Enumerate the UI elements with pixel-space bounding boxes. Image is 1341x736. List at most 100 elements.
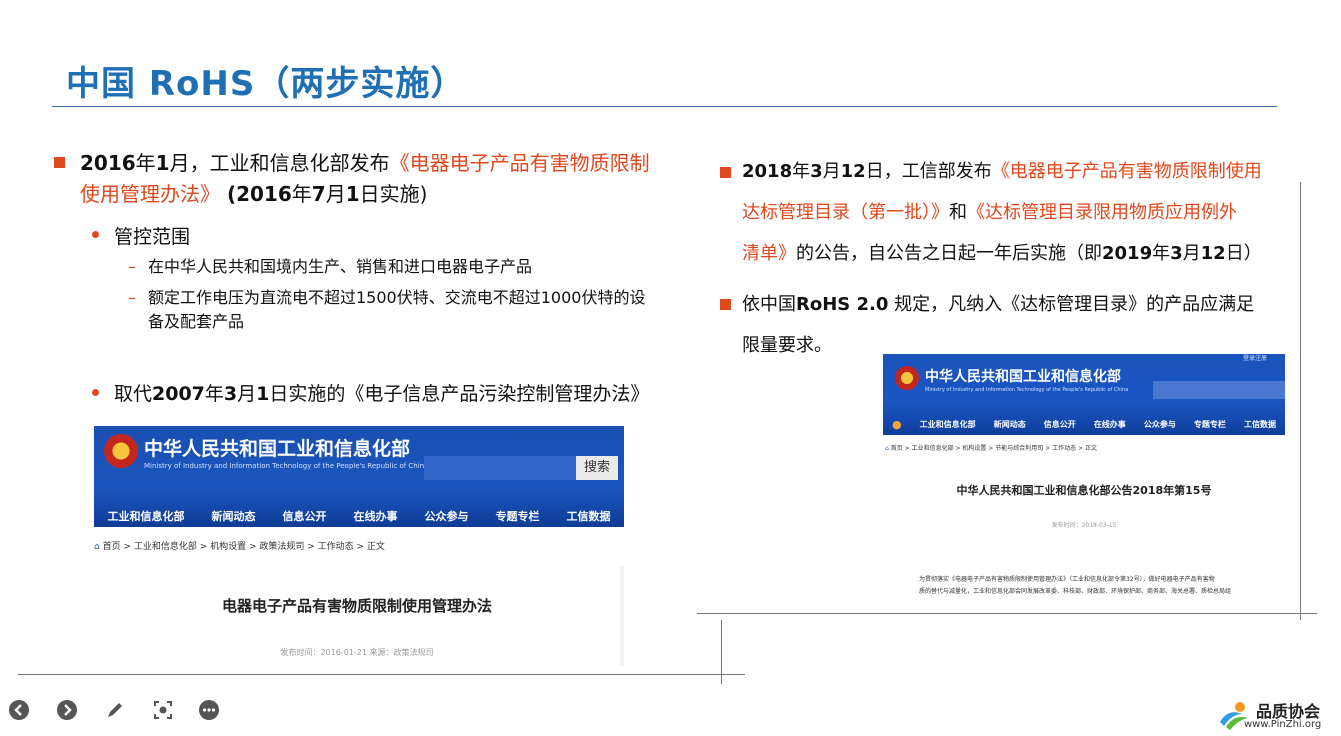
text: 月 [822, 161, 841, 182]
text: 2007 [152, 383, 205, 405]
miit-screenshot-2: 中华人民共和国工业和信息化部 Ministry of Industry and … [883, 354, 1285, 597]
text: 日实施) [359, 182, 428, 206]
right-item-1: 2018年3月12日，工信部发布《电器电子产品有害物质限制使用 达标管理目录（第… [742, 151, 1302, 274]
bullet-square [54, 157, 65, 168]
bullet-dot [92, 231, 99, 238]
replace-item: 取代2007年3月1日实施的《电子信息产品污染控制管理办法》 [114, 379, 649, 406]
breadcrumb-text[interactable]: 首页 > 工业和信息化部 > 机构设置 > 政策法规司 > 工作动态 > 正文 [103, 542, 385, 552]
regulation-title: 达标管理目录（第一批）》 [742, 202, 949, 223]
text: 1 [345, 182, 360, 206]
bullet-dot [92, 389, 99, 396]
logo-url: www.PinZhi.org [1244, 719, 1322, 730]
text: 限量要求。 [742, 335, 832, 356]
text: 2019 [1102, 243, 1153, 264]
national-emblem-icon [895, 366, 919, 390]
ministry-name-en: Ministry of Industry and Information Tec… [925, 387, 1129, 393]
nav-item[interactable]: 专题专栏 [496, 508, 540, 524]
more-icon [199, 700, 219, 720]
breadcrumb: ⌂ 首页 > 工业和信息化部 > 机构设置 > 节能与综合利用司 > 工作动态 … [885, 443, 1097, 452]
text: (2016 [220, 182, 292, 206]
pen-icon [108, 703, 122, 717]
arrow-left-icon [9, 700, 29, 720]
dash-bullet: – [128, 288, 136, 307]
frame-line [18, 674, 745, 675]
text: 依中国 [742, 294, 796, 315]
regulation-title: 《达标管理目录限用物质应用例外 [967, 202, 1237, 223]
search-button[interactable]: 搜索 [576, 456, 618, 480]
more-options-button[interactable] [198, 699, 220, 721]
article-card: 电器电子产品有害物质限制使用管理办法 发布时间：2016-01-21 来源：政策… [94, 565, 620, 666]
regulation-title: 使用管理办法》 [80, 182, 220, 206]
slide-title: 中国 RoHS（两步实施） [66, 64, 466, 104]
text: 的公告，自公告之日起一年后实施（即 [796, 243, 1102, 264]
text: 3 [223, 383, 238, 405]
ministry-name: 中华人民共和国工业和信息化部 [144, 438, 411, 460]
text: 年 [1152, 243, 1171, 264]
text: 12 [840, 161, 866, 182]
text: 3 [810, 161, 823, 182]
national-emblem-icon [104, 434, 138, 468]
search-input[interactable] [424, 456, 576, 480]
text: 日实施的《电子信息产品污染控制管理办法》 [269, 383, 650, 405]
text: 2016 [80, 151, 136, 175]
text: 取代 [114, 383, 153, 405]
zoom-button[interactable] [152, 699, 174, 721]
nav-item[interactable]: 专题专栏 [1194, 419, 1226, 430]
pen-button[interactable] [104, 699, 126, 721]
previous-slide-button[interactable] [8, 699, 30, 721]
text: 规定，凡纳入《达标管理目录》的产品应满足 [888, 294, 1255, 315]
article-body: 为贯彻落实《电器电子产品有害物质限制使用管理办法》（工业和信息化部令第32号），… [919, 574, 1269, 597]
text: 7 [311, 182, 326, 206]
nav-item[interactable]: 公众参与 [425, 508, 469, 524]
nav-item[interactable]: 在线办事 [1094, 419, 1126, 430]
home-icon[interactable]: ⌂ [885, 445, 889, 452]
text: RoHS 2.0 [796, 294, 889, 315]
text: 月 [1182, 243, 1201, 264]
dash-bullet: – [128, 257, 136, 276]
ministry-banner: 中华人民共和国工业和信息化部 Ministry of Industry and … [883, 354, 1285, 435]
article-headline: 电器电子产品有害物质限制使用管理办法 [221, 597, 492, 615]
article-line: 为贯彻落实《电器电子产品有害物质限制使用管理办法》（工业和信息化部令第32号），… [919, 576, 1215, 583]
ministry-banner: 中华人民共和国工业和信息化部 Ministry of Industry and … [94, 426, 624, 527]
frame-line [697, 613, 1317, 614]
ministry-name-en: Ministry of Industry and Information Tec… [144, 462, 429, 470]
text: 日） [1225, 243, 1262, 264]
login-link[interactable]: 登录注册 [1243, 354, 1267, 362]
nav-item[interactable]: 工信数据 [1244, 419, 1276, 430]
nav-item[interactable]: 信息公开 [283, 508, 327, 524]
text: 和 [949, 202, 967, 223]
nav-item[interactable]: 公众参与 [1144, 419, 1176, 430]
text: 2018 [742, 161, 793, 182]
text: 月，工业和信息化部发布 [169, 151, 390, 175]
regulation-title: 《电器电子产品有害物质限制使用 [991, 161, 1262, 182]
title-divider [52, 106, 1277, 107]
nav-item[interactable]: 在线办事 [354, 508, 398, 524]
home-icon[interactable]: ⌂ [94, 542, 100, 552]
text: 年 [291, 182, 312, 206]
text: 备及配套产品 [148, 312, 245, 331]
nav-item[interactable]: 新闻动态 [994, 419, 1026, 430]
nav-item[interactable]: 信息公开 [1044, 419, 1076, 430]
site-logo-icon: ● [892, 418, 902, 431]
scope-item-1: 在中华人民共和国境内生产、销售和进口电器电子产品 [148, 257, 533, 276]
nav-item[interactable]: 工业和信息化部 [108, 508, 185, 524]
site-nav: 工业和信息化部 新闻动态 信息公开 在线办事 公众参与 专题专栏 工信数据 [94, 504, 624, 527]
text: 年 [204, 383, 224, 405]
site-nav: ● 工业和信息化部 新闻动态 信息公开 在线办事 公众参与 专题专栏 工信数据 [883, 414, 1285, 435]
scope-item-2: 额定工作电压为直流电不超过1500伏特、交流电不超过1000伏特的设 备及配套产… [148, 286, 708, 334]
text: 1 [155, 151, 170, 175]
pinzhi-logo: 品质协会 www.PinZhi.org [1218, 698, 1336, 732]
nav-item[interactable]: 工信数据 [567, 508, 611, 524]
text: 月 [325, 182, 346, 206]
nav-item[interactable]: 新闻动态 [212, 508, 256, 524]
miit-screenshot-1: 中华人民共和国工业和信息化部 Ministry of Industry and … [94, 426, 624, 666]
text: 12 [1200, 243, 1226, 264]
next-slide-button[interactable] [56, 699, 78, 721]
text: 日，工信部发布 [865, 161, 992, 182]
regulation-title: 清单》 [742, 243, 796, 264]
search-input[interactable] [1153, 381, 1285, 399]
regulation-title: 《电器电子产品有害物质限制 [389, 151, 650, 175]
scope-label: 管控范围 [114, 226, 191, 248]
breadcrumb-text[interactable]: 首页 > 工业和信息化部 > 机构设置 > 节能与综合利用司 > 工作动态 > … [891, 445, 1097, 452]
nav-item[interactable]: 工业和信息化部 [920, 419, 976, 430]
